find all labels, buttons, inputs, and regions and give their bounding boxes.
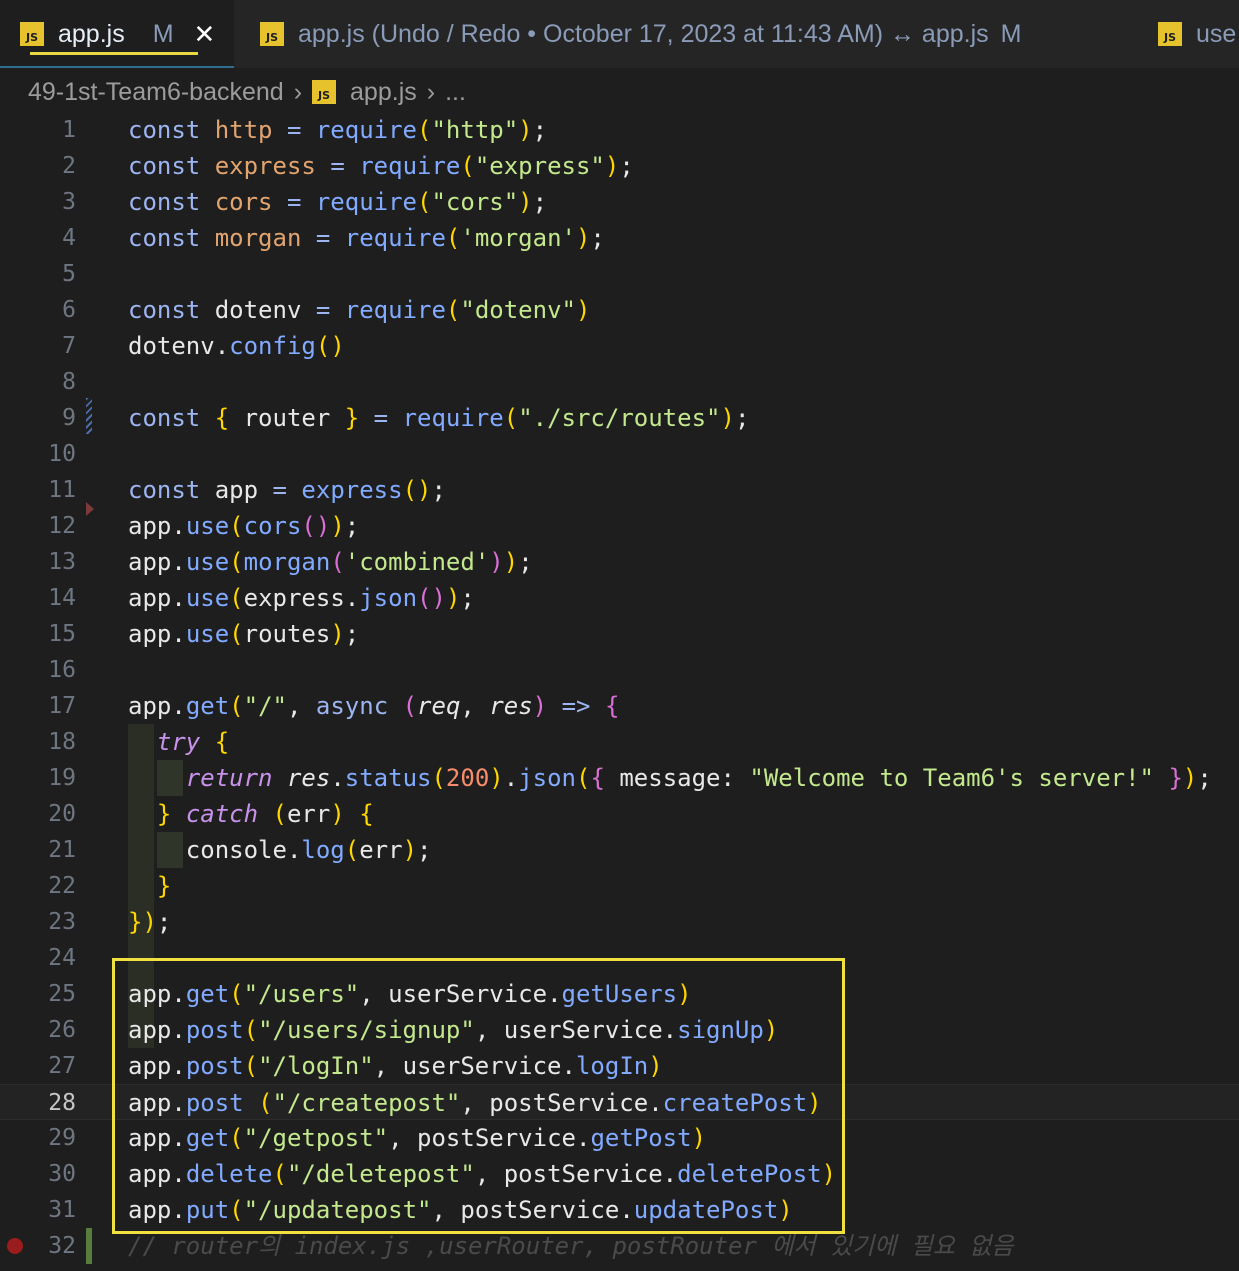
code-line[interactable]: 21 console.log(err); [0, 832, 1239, 868]
code-editor[interactable]: 1 const http = require("http"); 2 const exp… [0, 112, 1239, 1271]
code-line[interactable]: 12 app.use(cors()); [0, 508, 1239, 544]
code-line[interactable]: 1 const http = require("http"); [0, 112, 1239, 148]
breadcrumb: 49-1st-Team6-backend › JS app.js › ... [28, 72, 466, 112]
line-number: 5 [62, 261, 76, 287]
javascript-file-icon: JS [312, 80, 337, 104]
code-line[interactable]: 23}); [0, 904, 1239, 940]
code-line[interactable]: 17 app.get("/", async (req, res) => { [0, 688, 1239, 724]
code-line[interactable]: 3 const cors = require("cors"); [0, 184, 1239, 220]
line-number: 31 [48, 1197, 76, 1223]
breadcrumb-file[interactable]: app.js [350, 78, 417, 107]
code-line[interactable]: 20 } catch (err) { [0, 796, 1239, 832]
line-number: 24 [48, 945, 76, 971]
line-number: 14 [48, 585, 76, 611]
tab-use[interactable]: JS use [1158, 0, 1236, 68]
line-number: 6 [62, 297, 76, 323]
code-text[interactable]: app.use(routes); [128, 616, 359, 652]
code-text[interactable]: console.log(err); [128, 832, 432, 868]
highlight-annotation-box [112, 958, 845, 1234]
line-number: 12 [48, 513, 76, 539]
code-text[interactable]: const express = require("express"); [128, 148, 634, 184]
code-line[interactable]: 15 app.use(routes); [0, 616, 1239, 652]
code-line[interactable]: 11 const app = express(); [0, 472, 1239, 508]
code-line[interactable]: 2 const express = require("express"); [0, 148, 1239, 184]
line-number: 10 [48, 441, 76, 467]
line-number: 22 [48, 873, 76, 899]
line-number: 29 [48, 1125, 76, 1151]
code-text[interactable]: const app = express(); [128, 472, 446, 508]
code-line[interactable]: 16 [0, 652, 1239, 688]
code-line[interactable]: 22 } [0, 868, 1239, 904]
tab-label: app.js (Undo / Redo • October 17, 2023 a… [298, 19, 989, 48]
code-line[interactable]: 6 const dotenv = require("dotenv") [0, 292, 1239, 328]
code-text[interactable]: }); [128, 904, 171, 940]
line-number: 4 [62, 225, 76, 251]
code-line[interactable]: 13 app.use(morgan('combined')); [0, 544, 1239, 580]
chevron-right-icon: › [426, 77, 436, 106]
javascript-file-icon: JS [20, 22, 44, 46]
tab-label: use [1196, 19, 1237, 48]
tab-app-js-diff[interactable]: JS app.js (Undo / Redo • October 17, 202… [260, 0, 1021, 68]
line-number: 11 [48, 477, 76, 503]
breadcrumb-more[interactable]: ... [445, 78, 466, 107]
code-text[interactable]: } [128, 868, 171, 904]
chevron-right-icon: › [293, 77, 303, 106]
line-number: 17 [48, 693, 76, 719]
line-number: 28 [48, 1090, 76, 1116]
code-text[interactable]: app.use(express.json()); [128, 580, 475, 616]
code-text[interactable]: dotenv.config() [128, 328, 345, 364]
line-number: 2 [62, 153, 76, 179]
code-line[interactable]: 9 const { router } = require("./src/route… [0, 400, 1239, 436]
line-number: 9 [62, 405, 76, 431]
code-line[interactable]: 10 [0, 436, 1239, 472]
code-text[interactable]: app.use(cors()); [128, 508, 359, 544]
code-line[interactable]: 7 dotenv.config() [0, 328, 1239, 364]
code-line[interactable]: 19 return res.status(200).json({ message… [0, 760, 1239, 796]
code-text[interactable]: try { [128, 724, 229, 760]
line-number: 15 [48, 621, 76, 647]
javascript-file-icon: JS [260, 22, 284, 46]
tab-bar: JS app.js M ✕ JS app.js (Undo / Redo • O… [0, 0, 1239, 68]
line-number: 19 [48, 765, 76, 791]
tab-app-js[interactable]: JS app.js M ✕ [0, 0, 234, 68]
code-line[interactable]: 4 const morgan = require('morgan'); [0, 220, 1239, 256]
code-text[interactable]: app.get("/", async (req, res) => { [128, 688, 619, 724]
line-number: 30 [48, 1161, 76, 1187]
annotation-underline [30, 52, 198, 55]
line-number: 3 [62, 189, 76, 215]
modified-indicator: M [152, 19, 174, 48]
javascript-file-icon: JS [1158, 22, 1182, 46]
line-number: 20 [48, 801, 76, 827]
line-number: 23 [48, 909, 76, 935]
line-number: 13 [48, 549, 76, 575]
line-number: 7 [62, 333, 76, 359]
code-line[interactable]: 5 [0, 256, 1239, 292]
code-line[interactable]: 8 [0, 364, 1239, 400]
code-text[interactable]: const http = require("http"); [128, 112, 547, 148]
code-text[interactable]: } catch (err) { [128, 796, 374, 832]
code-text[interactable]: const dotenv = require("dotenv") [128, 292, 590, 328]
line-number: 18 [48, 729, 76, 755]
code-text[interactable]: app.use(morgan('combined')); [128, 544, 533, 580]
line-number: 16 [48, 657, 76, 683]
code-text[interactable]: const cors = require("cors"); [128, 184, 547, 220]
code-text[interactable]: const { router } = require("./src/routes… [128, 400, 749, 436]
tab-label: app.js [58, 19, 125, 48]
line-number: 1 [62, 117, 76, 143]
line-number: 8 [62, 369, 76, 395]
line-number: 21 [48, 837, 76, 863]
close-icon[interactable]: ✕ [194, 19, 216, 50]
breadcrumb-folder[interactable]: 49-1st-Team6-backend [28, 78, 284, 107]
line-number: 26 [48, 1017, 76, 1043]
modified-indicator: M [1000, 19, 1022, 48]
code-text[interactable]: const morgan = require('morgan'); [128, 220, 605, 256]
line-number: 32 [48, 1233, 76, 1259]
line-number: 25 [48, 981, 76, 1007]
code-line[interactable]: 18 try { [0, 724, 1239, 760]
code-text[interactable]: return res.status(200).json({ message: "… [128, 760, 1212, 796]
line-number: 27 [48, 1053, 76, 1079]
code-line[interactable]: 14 app.use(express.json()); [0, 580, 1239, 616]
